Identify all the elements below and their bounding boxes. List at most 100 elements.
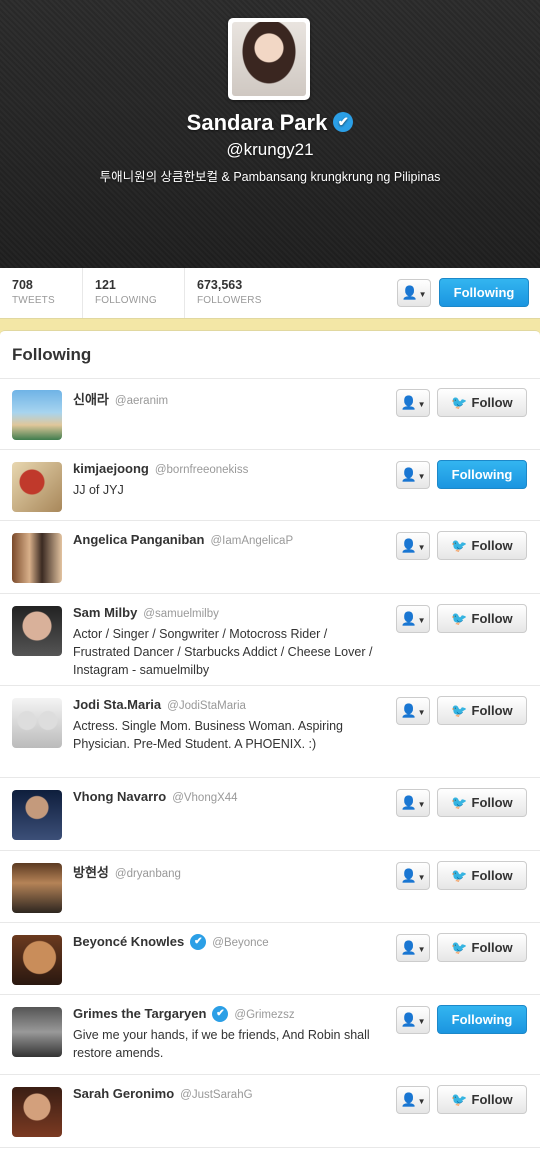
follow-button[interactable]: 🐦 Follow: [437, 861, 527, 890]
user-avatar[interactable]: [12, 462, 62, 512]
user-bio: Give me your hands, if we be friends, An…: [73, 1028, 370, 1060]
following-button[interactable]: Following: [437, 460, 527, 489]
twitter-bird-icon: 🐦: [451, 940, 468, 955]
twitter-bird-icon: 🐦: [451, 395, 468, 410]
user-handle[interactable]: @Beyonce: [212, 937, 268, 949]
user-row[interactable]: Jodi Sta.Maria @JodiStaMaria Actress. Sing…: [0, 686, 540, 778]
user-name[interactable]: Sarah Geronimo: [73, 1086, 174, 1101]
user-actions-button[interactable]: 👤▼: [396, 934, 430, 962]
user-actions-button[interactable]: 👤▼: [396, 1086, 430, 1114]
twitter-bird-icon: 🐦: [451, 868, 468, 883]
profile-name-line: Sandara Park ✔: [0, 110, 540, 136]
user-row[interactable]: kimjaejoong @bornfreeonekiss JJ of JYJ 👤▼ Fo…: [0, 450, 540, 521]
verified-icon: ✔: [333, 112, 354, 133]
user-icon: 👤: [400, 868, 417, 883]
caret-down-icon: ▼: [417, 616, 426, 625]
user-avatar[interactable]: [12, 390, 62, 440]
stat-following[interactable]: 121 FOLLOWING: [95, 278, 157, 306]
follow-button[interactable]: 🐦 Follow: [437, 696, 527, 725]
user-name[interactable]: Grimes the Targaryen: [73, 1006, 206, 1021]
follow-button[interactable]: 🐦 Follow: [437, 788, 527, 817]
profile-following-button[interactable]: Following: [439, 278, 529, 307]
caret-down-icon: ▼: [417, 945, 426, 954]
follow-label: Follow: [471, 1092, 513, 1107]
user-name[interactable]: kimjaejoong: [73, 461, 149, 476]
caret-down-icon: ▼: [418, 290, 427, 299]
user-handle[interactable]: @IamAngelicaP: [210, 535, 293, 547]
user-handle[interactable]: @dryanbang: [115, 868, 181, 880]
user-icon: 👤: [400, 538, 417, 553]
user-avatar[interactable]: [12, 1087, 62, 1137]
follow-button[interactable]: 🐦 Follow: [437, 1085, 527, 1114]
profile-bio: 투애니원의 상큼한보컬 & Pambansang krungkrung ng P…: [99, 170, 441, 184]
user-icon: 👤: [400, 395, 417, 410]
user-name-line: Sam Milby @samuelmilby: [73, 605, 219, 620]
user-row[interactable]: Sam Milby @samuelmilby Actor / Singer / So…: [0, 594, 540, 686]
user-actions-button[interactable]: 👤▼: [396, 789, 430, 817]
profile-header: Sandara Park ✔ @krungy21 투애니원의 상큼한보컬 & Pa…: [0, 0, 540, 268]
user-name-line: Sarah Geronimo @JustSarahG: [73, 1086, 253, 1101]
user-actions-button[interactable]: 👤▼: [396, 1006, 430, 1034]
stat-followers[interactable]: 673,563 FOLLOWERS: [197, 278, 262, 306]
user-row[interactable]: Angelica Panganiban @IamAngelicaP 👤▼ 🐦 Follo…: [0, 521, 540, 594]
stat-label: TWEETS: [12, 295, 55, 306]
user-handle[interactable]: @aeranim: [115, 395, 168, 407]
twitter-bird-icon: 🐦: [451, 538, 468, 553]
user-row[interactable]: 방현성 @dryanbang 👤▼ 🐦 Follow: [0, 851, 540, 923]
user-name[interactable]: Angelica Panganiban: [73, 532, 204, 547]
user-avatar[interactable]: [12, 1007, 62, 1057]
user-handle[interactable]: @VhongX44: [172, 792, 237, 804]
user-name[interactable]: Jodi Sta.Maria: [73, 697, 161, 712]
divider: [184, 268, 185, 318]
user-actions-button[interactable]: 👤▼: [396, 532, 430, 560]
user-icon: 👤: [401, 285, 418, 300]
user-name[interactable]: 방현성: [73, 865, 109, 880]
follow-button[interactable]: 🐦 Follow: [437, 531, 527, 560]
user-row[interactable]: 신애라 @aeranim 👤▼ 🐦 Follow: [0, 378, 540, 450]
user-avatar[interactable]: [12, 863, 62, 913]
user-name-line: Jodi Sta.Maria @JodiStaMaria: [73, 697, 246, 712]
user-actions-button[interactable]: 👤▼: [396, 461, 430, 489]
user-name-line: Angelica Panganiban @IamAngelicaP: [73, 532, 293, 547]
following-button[interactable]: Following: [437, 1005, 527, 1034]
user-name-line: kimjaejoong @bornfreeonekiss: [73, 461, 248, 476]
user-actions-button[interactable]: 👤▼: [396, 605, 430, 633]
follow-button[interactable]: 🐦 Follow: [437, 933, 527, 962]
user-handle[interactable]: @JustSarahG: [180, 1089, 252, 1101]
user-avatar[interactable]: [12, 935, 62, 985]
follow-button[interactable]: 🐦 Follow: [437, 604, 527, 633]
stat-label: FOLLOWING: [95, 295, 157, 306]
profile-name: Sandara Park: [186, 110, 328, 135]
caret-down-icon: ▼: [417, 472, 426, 481]
user-name-line: Vhong Navarro @VhongX44: [73, 789, 238, 804]
user-row[interactable]: Sarah Geronimo @JustSarahG 👤▼ 🐦 Follow: [0, 1075, 540, 1148]
follow-label: Follow: [471, 395, 513, 410]
user-handle[interactable]: @JodiStaMaria: [167, 700, 246, 712]
user-actions-button[interactable]: 👤▼: [396, 389, 430, 417]
user-row[interactable]: Beyoncé Knowles ✔ @Beyonce 👤▼ 🐦 Follow: [0, 923, 540, 995]
user-avatar[interactable]: [12, 790, 62, 840]
user-handle[interactable]: @bornfreeonekiss: [155, 464, 249, 476]
stat-value: 708: [12, 278, 33, 292]
user-row[interactable]: Grimes the Targaryen ✔ @Grimezsz Give me yo…: [0, 995, 540, 1075]
user-actions-button[interactable]: 👤▼: [396, 862, 430, 890]
stat-value: 673,563: [197, 278, 243, 292]
user-name[interactable]: Sam Milby: [73, 605, 137, 620]
user-avatar[interactable]: [12, 698, 62, 748]
user-handle[interactable]: @samuelmilby: [143, 608, 219, 620]
user-avatar[interactable]: [12, 533, 62, 583]
user-name[interactable]: Vhong Navarro: [73, 789, 166, 804]
user-avatar[interactable]: [12, 606, 62, 656]
user-row[interactable]: Vhong Navarro @VhongX44 👤▼ 🐦 Follow: [0, 778, 540, 851]
user-actions-button[interactable]: 👤▼: [397, 279, 431, 307]
user-name[interactable]: Beyoncé Knowles: [73, 934, 184, 949]
user-handle[interactable]: @Grimezsz: [234, 1009, 294, 1021]
stat-tweets[interactable]: 708 TWEETS: [12, 278, 55, 306]
user-icon: 👤: [400, 467, 417, 482]
profile-avatar[interactable]: [228, 18, 310, 100]
user-name[interactable]: 신애라: [73, 392, 109, 407]
follow-button[interactable]: 🐦 Follow: [437, 388, 527, 417]
follow-label: Follow: [471, 538, 513, 553]
caret-down-icon: ▼: [417, 708, 426, 717]
user-actions-button[interactable]: 👤▼: [396, 697, 430, 725]
